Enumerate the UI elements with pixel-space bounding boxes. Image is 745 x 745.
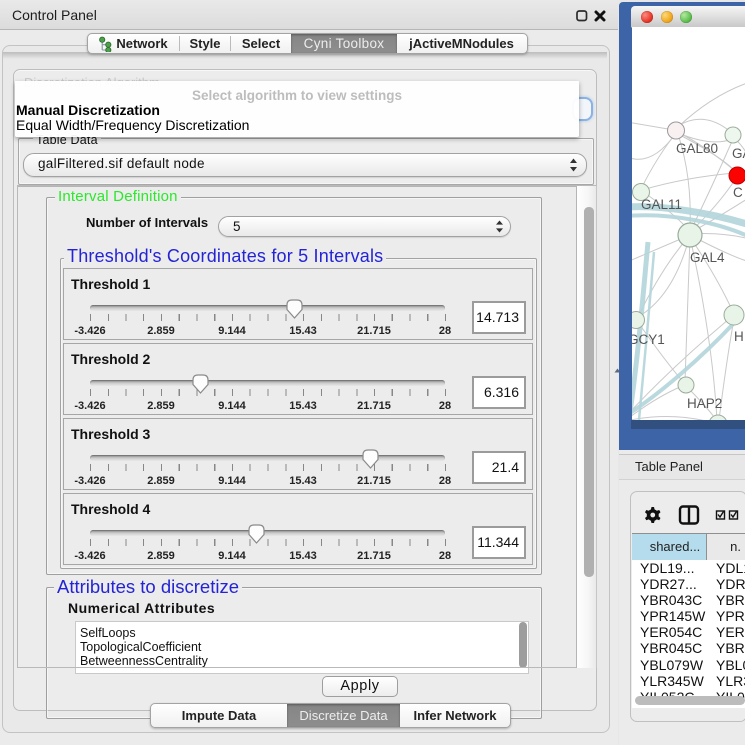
svg-text:GCY1: GCY1	[632, 332, 665, 347]
svg-text:GAL4: GAL4	[690, 250, 725, 265]
svg-text:GA: GA	[732, 146, 745, 161]
svg-text:H: H	[734, 329, 744, 344]
svg-text:GAL11: GAL11	[641, 197, 682, 212]
svg-text:HAP2: HAP2	[687, 396, 722, 411]
svg-text:GAL80: GAL80	[676, 141, 718, 156]
svg-text:C: C	[733, 185, 743, 200]
